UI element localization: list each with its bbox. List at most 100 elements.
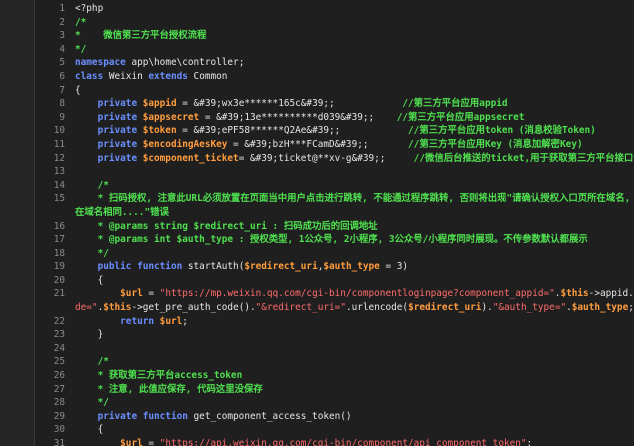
code-token: startAuth( [187,261,245,273]
code-token: public function [75,261,188,273]
line-number: 20 [53,274,65,286]
code-text: */ [65,247,109,261]
code-token: ->get_pre_auth_code(). [131,302,256,314]
line-number: 24 [53,342,65,354]
code-text: { [65,274,104,288]
code-token: * 获取第三方平台access_token [75,370,243,382]
code-token: */ [75,43,87,55]
code-area[interactable]: 1 <?php 2/* 3 * 微信第三方平台授权流程 4 */5 namespace app… [35,0,634,446]
line-number: 28 [53,397,65,409]
code-text: /* [65,179,109,193]
code-text: private $token = &#39;ePF58******Q2Ae&#3… [65,124,596,138]
line-number: 6 [59,70,65,82]
line-number: 4 [59,43,65,55]
code-token: $this [103,302,132,314]
code-token: /* [75,356,109,368]
code-line: 3 * 微信第三方平台授权流程 [35,29,634,43]
code-token: = &#39;ePF58******Q2Ae&#39;; [176,125,409,137]
code-token: $url [120,438,143,446]
code-token: ; [628,302,634,314]
code-token: ; [182,315,188,327]
code-token: private [75,138,143,150]
code-line: 26 * 获取第三方平台access_token [35,369,634,383]
code-text: * 微信第三方平台授权流程 [65,29,206,43]
code-token: $auth_type [571,302,629,314]
code-token: * 注意, 此值应保存, 代码这里没保存 [75,383,263,395]
code-token: $auth_type [176,234,234,246]
code-token: private [75,125,143,137]
code-token: namespace [75,57,132,69]
code-token: $redirect_uri [408,302,482,314]
line-number-gutter [0,0,35,446]
code-token: class [75,70,109,82]
code-token: = [142,438,160,446]
code-token: $token [142,125,177,137]
code-token: : 扫码成功后的回调地址 [266,220,378,232]
code-token: * @params int [75,234,177,246]
line-number: 1 [59,3,65,14]
line-number [35,206,65,220]
code-token: $appsecret [142,111,200,123]
code-line: 4 */ [35,43,634,57]
code-token: /* [75,179,109,191]
code-line: 22 return $url; [35,315,634,329]
code-token: */ [75,247,109,259]
code-line: 21 $url = "https://mp.weixin.qq.com/cgi-… [35,287,634,301]
code-token: $url [159,315,183,327]
code-token: : 授权类型, 1公众号, 2小程序, 3公众号/小程序同时展现。不传参数默认都… [233,234,588,246]
code-token: $url [120,288,143,300]
code-token: = &#39;wx3e******165c&#39;; [176,98,403,110]
code-text: private $encodingAesKey = &#39;bzH***FCa… [65,138,583,152]
line-number: 27 [53,383,65,395]
code-token: } [75,329,104,341]
code-line: 24 [35,342,634,356]
code-line: 6 class Weixin extends Common [35,70,634,84]
code-token: //第三方平台应用Key (消息加解密Key) [408,138,583,150]
line-number: 23 [53,329,65,341]
code-token: "https://api.weixin.qq.com/cgi-bin/compo… [159,438,527,446]
code-text: /* [65,16,86,30]
code-text: */ [65,43,86,57]
line-number: 14 [53,179,65,191]
code-text: private $component_ticket= &#39;ticket@*… [65,152,634,166]
code-token: $redirect_uri [244,261,318,273]
code-text: <?php [65,2,103,16]
code-line: 2 /* [35,16,634,30]
code-token: = [142,288,160,300]
code-token: $component_ticket [142,152,239,164]
code-token: return [75,315,160,327]
code-token: //第三方平台应用appsecret [396,111,525,123]
code-text: $url = "https://api.weixin.qq.com/cgi-bi… [65,437,532,446]
code-line: 11 private $encodingAesKey = &#39;bzH***… [35,138,634,152]
code-lines: 1 <?php 2/* 3 * 微信第三方平台授权流程 4 */5 namespace app… [35,2,634,446]
code-token: $encodingAesKey [142,138,228,150]
code-token: Common [193,70,228,82]
code-token: //第三方平台应用appid [402,98,508,110]
code-token: { [75,424,104,436]
line-number: 9 [59,111,65,123]
code-line: 13 [35,165,634,179]
code-line: 30 { [35,423,634,437]
code-editor: 1 <?php 2/* 3 * 微信第三方平台授权流程 4 */5 namespace app… [0,0,634,446]
line-number: 12 [53,152,65,164]
code-token: * 微信第三方平台授权流程 [75,30,207,42]
line-number: 5 [59,57,65,69]
code-text: * @params int $auth_type : 授权类型, 1公众号, 2… [65,233,588,247]
code-line: 31 $url = "https://api.weixin.qq.com/cgi… [35,437,634,446]
line-number: 30 [53,424,65,436]
code-text: private $appid = &#39;wx3e******165c&#39… [65,97,508,111]
code-text: * 注意, 此值应保存, 代码这里没保存 [65,383,263,397]
code-line: 18 */ [35,247,634,261]
code-token: $auth_type [323,261,380,273]
code-token: get_component_access_token() [193,410,352,422]
code-token: de=" [75,302,98,314]
code-token: /* [75,16,87,28]
code-line: 28 */ [35,396,634,410]
code-line: 9 private $appsecret = &#39;13e*********… [35,111,634,125]
line-number: 15 [53,193,65,205]
code-line: 14 /* [35,179,634,193]
code-text: 在域名相同...."错误 [65,206,169,220]
